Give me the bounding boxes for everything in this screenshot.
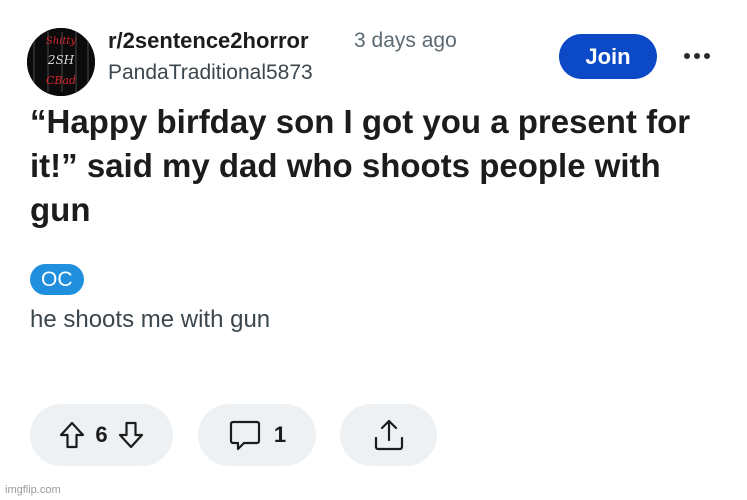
share-button[interactable] xyxy=(340,404,437,466)
post-flair: OC xyxy=(30,264,84,295)
svg-text:2SH: 2SH xyxy=(47,53,75,67)
svg-text:Shitty: Shitty xyxy=(46,36,77,47)
watermark: imgflip.com xyxy=(5,484,61,496)
post-timestamp: 3 days ago xyxy=(354,29,457,52)
downvote-arrow-icon[interactable] xyxy=(118,421,144,449)
share-upload-icon xyxy=(372,418,406,452)
comments-button[interactable]: 1 xyxy=(198,404,316,466)
join-button[interactable]: Join xyxy=(559,34,657,79)
subreddit-name[interactable]: r/2sentence2horror xyxy=(108,28,309,54)
post-body: he shoots me with gun xyxy=(30,306,271,333)
upvote-arrow-icon[interactable] xyxy=(59,421,85,449)
comment-bubble-icon xyxy=(228,418,262,452)
svg-text:CBad: CBad xyxy=(46,74,76,87)
comment-count: 1 xyxy=(273,422,287,447)
vote-bar: 6 xyxy=(30,404,173,466)
vote-count: 6 xyxy=(95,422,108,447)
post-title[interactable]: “Happy birfday son I got you a present f… xyxy=(30,100,720,232)
subreddit-avatar[interactable]: Shitty 2SH CBad xyxy=(27,28,95,96)
more-options-icon[interactable] xyxy=(681,42,713,70)
post-author[interactable]: PandaTraditional5873 xyxy=(108,61,313,85)
